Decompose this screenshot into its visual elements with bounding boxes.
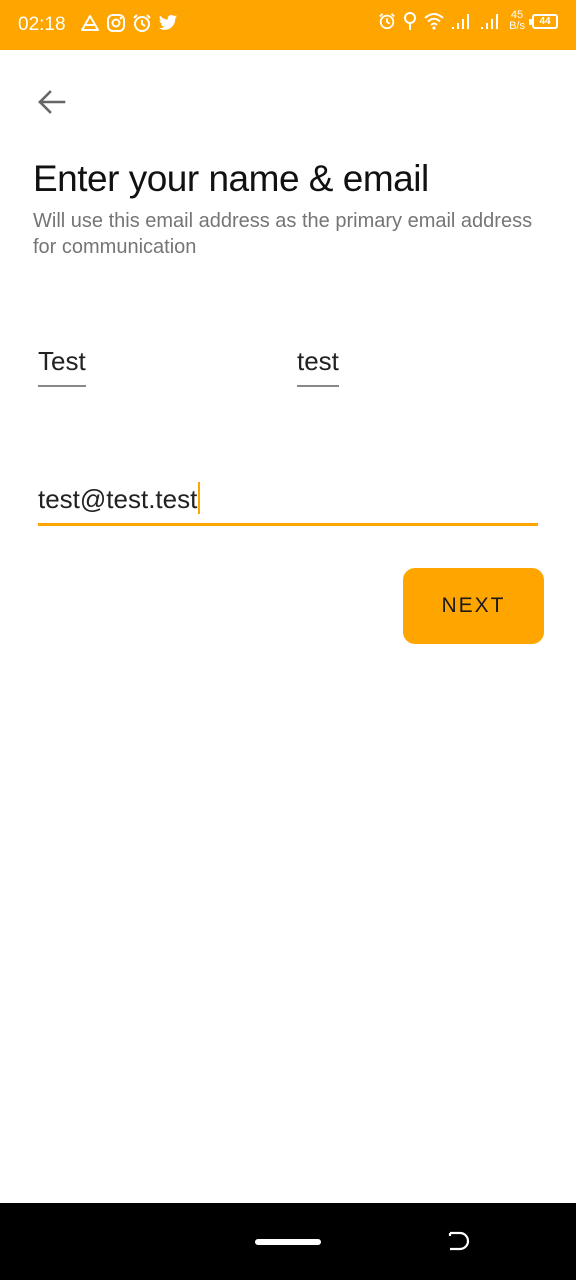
location-icon [404,12,417,30]
network-speed-unit: B/s [509,20,525,32]
navigation-bar [0,1203,576,1280]
instagram-icon [107,14,125,32]
first-name-value: Test [38,346,86,376]
twitter-icon [158,14,178,30]
arrow-left-icon [38,90,66,114]
status-time: 02:18 [18,14,66,35]
back-button[interactable] [32,82,72,122]
network-speed: 45 B/s [509,10,525,32]
alarm-icon [133,14,151,32]
battery-icon: 44 [529,13,558,29]
screen: 02:18 45 B/s 44 Enter your name & email … [0,0,576,1280]
home-gesture-pill[interactable] [255,1239,321,1245]
text-cursor [198,482,201,514]
drive-icon [81,15,99,31]
status-left-icons [80,13,178,33]
alarm-icon [379,13,395,30]
email-field[interactable]: test@test.test [38,482,538,526]
email-value: test@test.test [38,484,198,514]
wifi-icon [424,13,444,30]
status-bar: 02:18 45 B/s 44 [0,0,576,50]
last-name-value: test [297,346,339,376]
signal-icon [452,14,470,29]
back-gesture-icon[interactable] [446,1229,470,1253]
signal-icon [481,14,499,29]
page-title: Enter your name & email [33,158,429,199]
last-name-field[interactable]: test [297,346,339,387]
first-name-field[interactable]: Test [38,346,86,387]
page-subtitle: Will use this email address as the prima… [33,210,533,258]
status-right-icons: 45 B/s 44 [378,10,558,32]
next-button[interactable]: NEXT [403,568,544,644]
